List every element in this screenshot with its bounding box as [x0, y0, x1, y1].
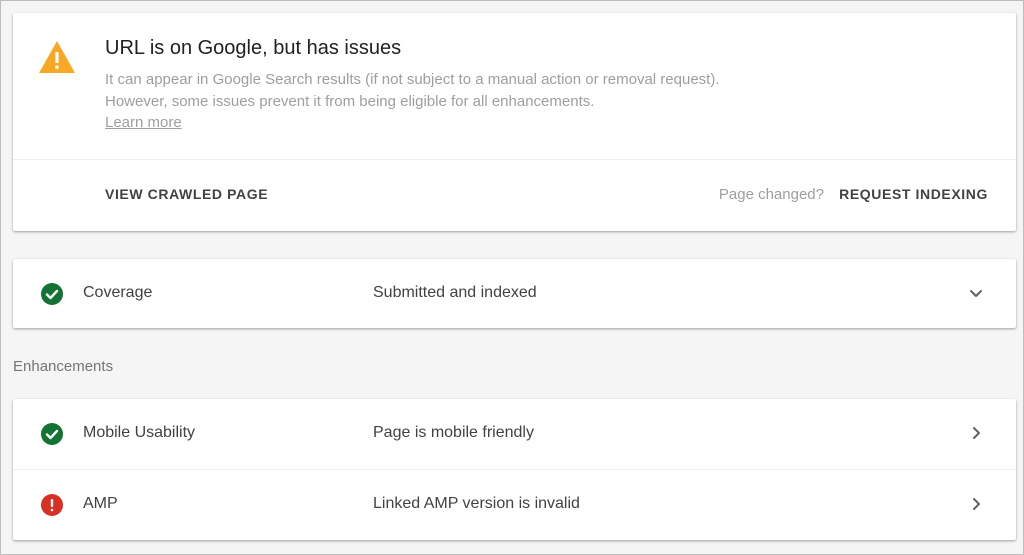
- divider: [13, 159, 1016, 160]
- amp-value: Linked AMP version is invalid: [373, 495, 580, 512]
- mobile-usability-label: Mobile Usability: [83, 424, 196, 441]
- status-description: It can appear in Google Search results (…: [105, 71, 720, 110]
- chevron-right-icon[interactable]: [966, 423, 986, 443]
- coverage-row[interactable]: Coverage Submitted and indexed: [13, 259, 1016, 329]
- enhancement-row-amp[interactable]: AMP Linked AMP version is invalid: [13, 470, 1016, 540]
- chevron-right-icon[interactable]: [966, 494, 986, 514]
- warning-icon: [39, 41, 75, 73]
- status-card: URL is on Google, but has issues It can …: [13, 13, 1016, 231]
- page-frame: URL is on Google, but has issues It can …: [0, 0, 1024, 555]
- enhancement-row-mobile-usability[interactable]: Mobile Usability Page is mobile friendly: [13, 399, 1016, 469]
- check-circle-icon: [41, 423, 63, 445]
- amp-label: AMP: [83, 495, 118, 512]
- coverage-card[interactable]: Coverage Submitted and indexed: [13, 259, 1016, 328]
- coverage-value: Submitted and indexed: [373, 284, 537, 301]
- page-changed-text: Page changed?: [718, 186, 824, 203]
- coverage-label: Coverage: [83, 284, 153, 301]
- check-circle-icon: [41, 283, 63, 305]
- enhancements-heading: Enhancements: [13, 358, 114, 375]
- mobile-usability-value: Page is mobile friendly: [373, 424, 534, 441]
- learn-more-link[interactable]: Learn more: [105, 114, 182, 131]
- chevron-down-icon[interactable]: [966, 283, 986, 303]
- request-indexing-button[interactable]: REQUEST INDEXING: [839, 186, 988, 202]
- view-crawled-page-button[interactable]: VIEW CRAWLED PAGE: [105, 186, 268, 202]
- status-title: URL is on Google, but has issues: [105, 37, 402, 59]
- enhancements-card: Mobile Usability Page is mobile friendly…: [13, 399, 1016, 540]
- error-circle-icon: [41, 494, 63, 516]
